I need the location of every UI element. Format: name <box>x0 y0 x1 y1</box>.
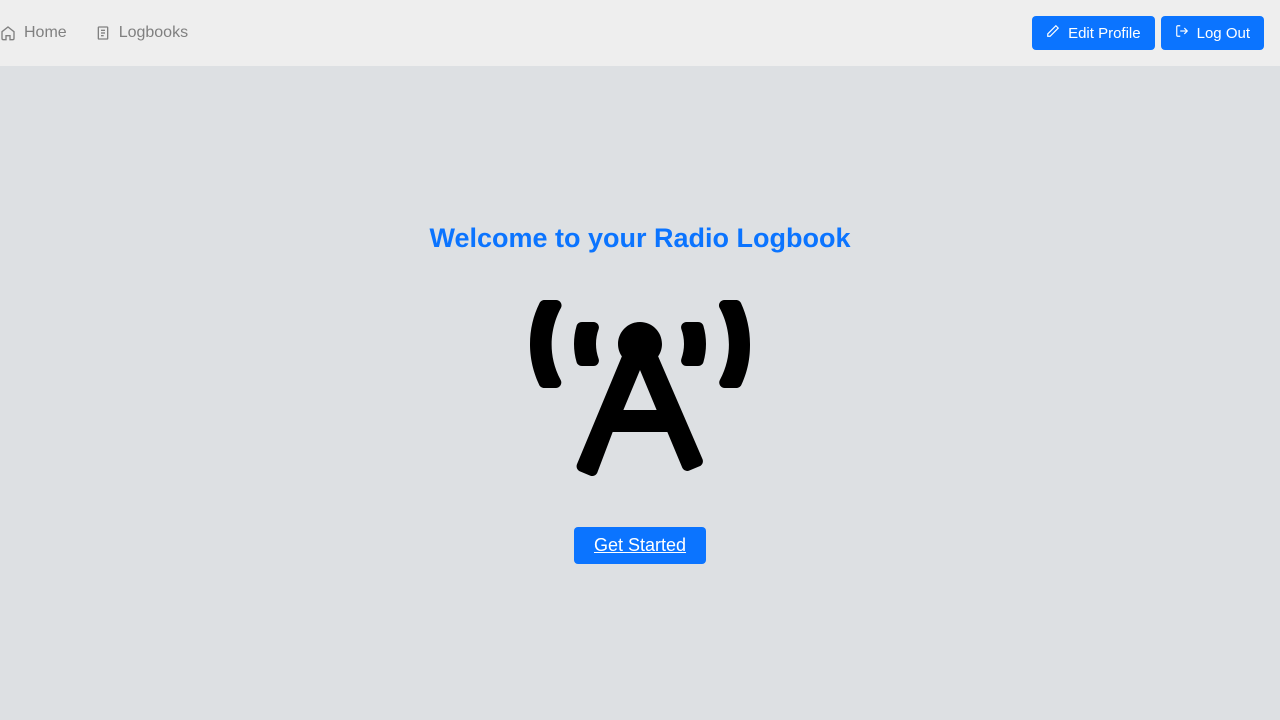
hero: Welcome to your Radio Logbook Get Starte… <box>0 66 1280 720</box>
button-label: Edit Profile <box>1068 25 1141 42</box>
nav-left: Home Logbooks <box>0 24 216 42</box>
logout-button[interactable]: Log Out <box>1161 16 1264 50</box>
logout-icon <box>1175 24 1189 42</box>
edit-profile-button[interactable]: Edit Profile <box>1032 16 1155 50</box>
nav-item-logbooks[interactable]: Logbooks <box>95 24 188 42</box>
get-started-button[interactable]: Get Started <box>574 527 706 564</box>
broadcast-tower-icon <box>530 288 750 493</box>
page-title: Welcome to your Radio Logbook <box>429 223 850 254</box>
nav-item-label: Logbooks <box>119 24 188 42</box>
home-icon <box>0 25 16 41</box>
nav-item-home[interactable]: Home <box>0 24 67 42</box>
nav-right: Edit Profile Log Out <box>1032 16 1264 50</box>
nav-item-label: Home <box>24 24 67 42</box>
button-label: Log Out <box>1197 25 1250 42</box>
pencil-icon <box>1046 24 1060 42</box>
book-icon <box>95 25 111 41</box>
navbar: Home Logbooks Edit Profile Log Out <box>0 0 1280 66</box>
